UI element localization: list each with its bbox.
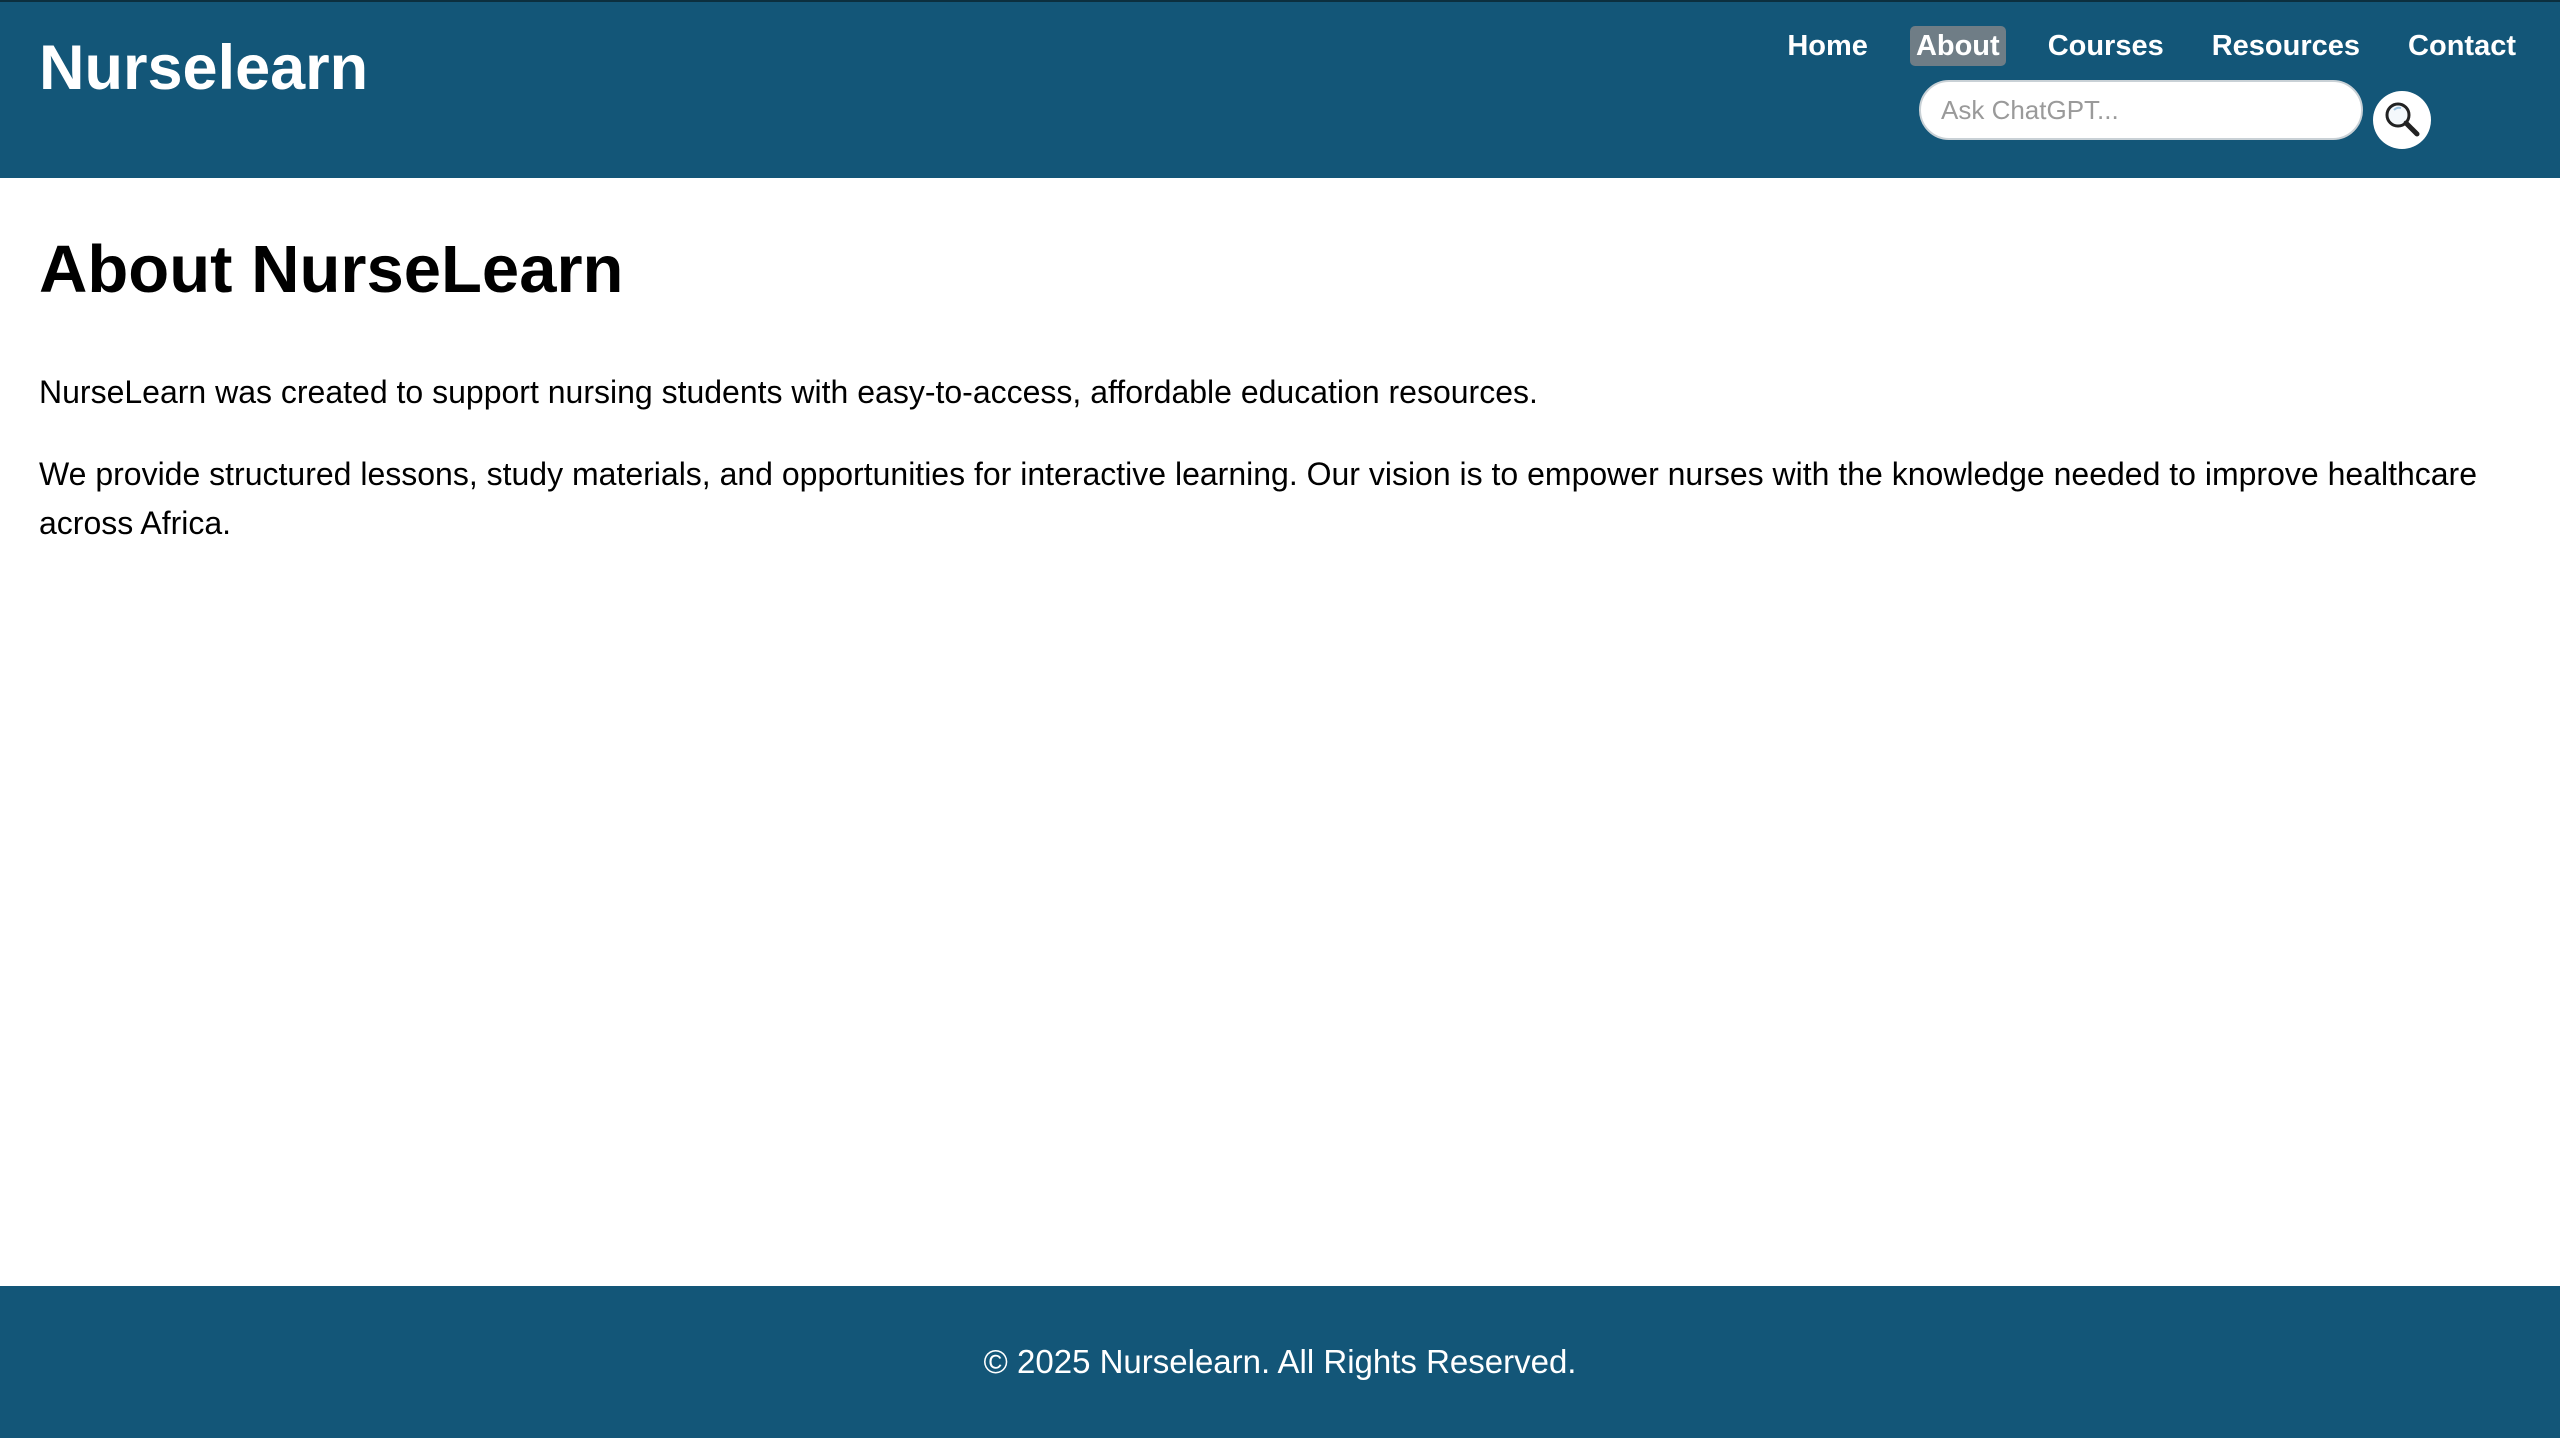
nav-resources[interactable]: Resources [2206,26,2366,66]
vision-paragraph: We provide structured lessons, study mat… [39,456,2477,541]
copyright-text: © 2025 Nurselearn. All Rights Reserved. [983,1343,1577,1380]
magnifier-icon [2383,100,2421,141]
page-title: About NurseLearn [39,232,624,307]
search-button[interactable] [2373,91,2431,149]
intro-paragraph: NurseLearn was created to support nursin… [39,374,1538,410]
nav-about[interactable]: About [1909,26,2006,66]
site-header: Nurselearn Home About Courses Resources … [0,0,2560,178]
nav-contact[interactable]: Contact [2402,26,2522,66]
nav-home[interactable]: Home [1781,26,1874,66]
nav-courses[interactable]: Courses [2042,26,2170,66]
page: Nurselearn Home About Courses Resources … [0,0,2560,1438]
search-bar [1919,80,2431,149]
site-footer: © 2025 Nurselearn. All Rights Reserved. [0,1286,2560,1438]
site-logo[interactable]: Nurselearn [39,28,368,108]
main-nav: Home About Courses Resources Contact [1761,26,2522,66]
search-input[interactable] [1919,80,2363,140]
